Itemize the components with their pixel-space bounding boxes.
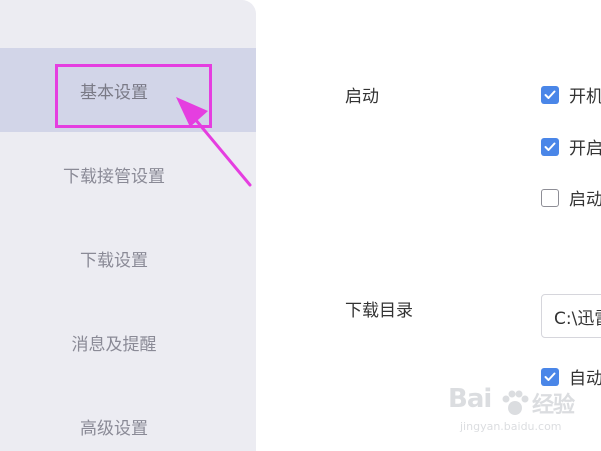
- sidebar-item-label: 下载接管设置: [63, 166, 165, 187]
- settings-window: 基本设置 下载接管设置 下载设置 消息及提醒 高级设置 启动 开机 开启 启动 …: [0, 0, 601, 451]
- baidu-jingyan-watermark: Bai 经验 jingyan.baidu.com: [448, 384, 598, 444]
- annotation-arrow-icon: [176, 97, 252, 187]
- baidu-paw-icon: [502, 390, 529, 415]
- checkbox-checked-icon[interactable]: [541, 367, 559, 386]
- checkbox-unchecked-icon[interactable]: [541, 188, 559, 207]
- sidebar-item-label: 下载设置: [80, 250, 148, 271]
- startup-option-1-label: 开机: [569, 87, 601, 107]
- startup-option-2-label: 开启: [569, 139, 601, 159]
- sidebar-item-download-settings[interactable]: 下载设置: [0, 216, 256, 300]
- watermark-url: jingyan.baidu.com: [460, 420, 562, 433]
- startup-option-2[interactable]: 开启: [541, 134, 601, 159]
- sidebar-item-messages-reminders[interactable]: 消息及提醒: [0, 300, 256, 384]
- startup-option-3[interactable]: 启动: [541, 185, 601, 210]
- checkbox-checked-icon[interactable]: [541, 85, 559, 104]
- watermark-brand-suffix: 经验: [532, 393, 575, 418]
- watermark-brand: Bai: [448, 384, 492, 414]
- sidebar-item-advanced-settings[interactable]: 高级设置: [0, 384, 256, 451]
- startup-option-1[interactable]: 开机: [541, 82, 601, 107]
- checkbox-checked-icon[interactable]: [541, 137, 559, 156]
- startup-section-label: 启动: [345, 87, 379, 107]
- startup-option-3-label: 启动: [569, 190, 601, 210]
- download-dir-section-label: 下载目录: [345, 301, 413, 321]
- sidebar-item-label: 消息及提醒: [71, 334, 157, 355]
- download-dir-path-value: C:\迅雷: [554, 308, 601, 329]
- download-dir-path-input[interactable]: C:\迅雷: [541, 294, 601, 338]
- sidebar-item-label: 高级设置: [80, 418, 148, 439]
